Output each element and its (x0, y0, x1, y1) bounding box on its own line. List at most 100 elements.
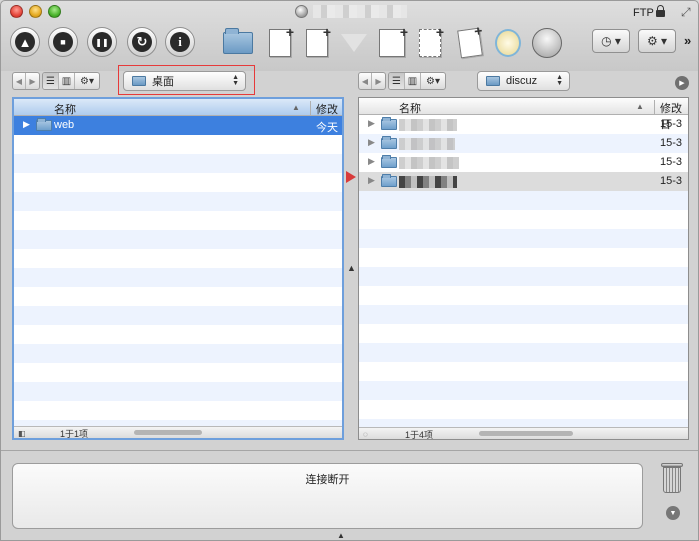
right-list-view-icon[interactable]: ☰ (389, 73, 405, 89)
sync-icon (419, 24, 444, 57)
empty-row (14, 249, 342, 268)
edit-button[interactable] (453, 26, 487, 60)
info-button[interactable]: i (165, 27, 195, 57)
annotation-highlight-box (118, 65, 255, 95)
folder-icon (381, 155, 397, 168)
left-horizontal-scrollbar[interactable] (134, 430, 202, 435)
title-bar: FTP ⤢ (1, 1, 698, 23)
table-row[interactable]: ▶ 15-3 (359, 172, 688, 191)
right-action-gear-icon[interactable]: ⚙▾ (421, 73, 445, 89)
folder-icon (36, 118, 52, 131)
disclosure-triangle-icon[interactable]: ▶ (23, 119, 30, 130)
right-horizontal-scrollbar[interactable] (479, 431, 573, 436)
left-nav-row: ◀ ▶ ☰ ▥ ⚙▾ (12, 71, 100, 91)
disclosure-triangle-icon[interactable]: ▶ (368, 175, 375, 186)
right-pane-footer: ◌ 1于4项 (359, 427, 688, 439)
left-column-view-icon[interactable]: ▥ (59, 73, 75, 89)
left-action-gear-icon[interactable]: ⚙▾ (75, 73, 99, 89)
left-list-view-icon[interactable]: ☰ (43, 73, 59, 89)
eject-icon: ▲ (15, 32, 35, 52)
disclosure-triangle-icon[interactable]: ▶ (368, 118, 375, 129)
disclosure-triangle-icon[interactable]: ▶ (368, 137, 375, 148)
new-folder-icon (223, 28, 253, 54)
close-window-button[interactable] (10, 5, 23, 18)
right-column-view-icon[interactable]: ▥ (405, 73, 421, 89)
compare-button[interactable] (375, 24, 409, 60)
redacted-file-name (399, 176, 457, 188)
redacted-file-name (399, 138, 455, 150)
new-folder-button[interactable] (221, 26, 255, 60)
transfer-button[interactable] (530, 26, 564, 60)
folder-icon (381, 117, 397, 130)
table-row[interactable]: ▶ web 今天 (14, 116, 342, 135)
sort-ascending-icon: ▲ (292, 103, 300, 112)
sort-ascending-icon: ▲ (636, 102, 644, 111)
table-row[interactable]: ▶ 15-3 (359, 115, 688, 134)
local-file-pane[interactable]: 名称 ▲ 修改日 ▶ web 今天 (12, 97, 344, 440)
right-date-column-header[interactable]: 修改日 (654, 100, 688, 131)
new-file-button[interactable] (263, 24, 297, 60)
left-back-icon[interactable]: ◀ (13, 73, 26, 89)
left-item-count: 1于1项 (59, 429, 88, 439)
empty-row (14, 192, 342, 211)
empty-row (359, 343, 688, 362)
right-path-popup[interactable]: discuz ▲ ▼ (477, 71, 570, 91)
right-back-icon[interactable]: ◀ (359, 73, 372, 89)
zoom-window-button[interactable] (48, 5, 61, 18)
file-date: 15-3 (660, 137, 683, 149)
redacted-file-name (399, 119, 457, 131)
table-row[interactable]: ▶ 15-3 (359, 153, 688, 172)
web-button[interactable] (491, 26, 525, 60)
left-name-column-header[interactable]: 名称 (54, 101, 76, 117)
protocol-label: FTP (633, 7, 654, 19)
history-button[interactable]: ◷ ▾ (592, 29, 630, 53)
right-file-list: ▶ 15-3 ▶ 15-3 ▶ 15-3 ▶ 15-3 (359, 115, 688, 438)
server-icon (295, 5, 308, 18)
minimize-window-button[interactable] (29, 5, 42, 18)
empty-row (14, 382, 342, 401)
left-forward-icon[interactable]: ▶ (26, 73, 39, 89)
stop-icon: ■ (53, 32, 73, 52)
empty-row (359, 305, 688, 324)
empty-row (14, 268, 342, 287)
settings-button[interactable]: ⚙ ▾ (638, 29, 676, 53)
disclosure-triangle-icon[interactable]: ▶ (368, 156, 375, 167)
file-date: 今天 (316, 122, 338, 134)
right-forward-icon[interactable]: ▶ (372, 73, 385, 89)
remote-file-pane[interactable]: 名称 ▲ 修改日 ▶ 15-3 ▶ 15-3 ▶ 15-3 ▶ 15-3 ◌ 1… (358, 97, 689, 440)
pane-split-handle[interactable]: ▲ (347, 263, 356, 273)
log-divider (1, 450, 698, 451)
empty-row (359, 400, 688, 419)
file-date: 15-3 (660, 118, 683, 130)
fullscreen-icon[interactable]: ⤢ (681, 5, 691, 20)
left-pane-footer: ◧ 1于1项 (14, 426, 342, 438)
go-arrow-icon[interactable]: ▶ (675, 76, 689, 90)
compare-icon (379, 24, 408, 57)
left-file-list: ▶ web 今天 (14, 116, 342, 438)
sync-button[interactable] (413, 24, 447, 60)
empty-row (14, 211, 342, 230)
folder-icon (381, 174, 397, 187)
right-view-switcher: ☰ ▥ ⚙▾ (388, 72, 446, 90)
stop-button[interactable]: ■ (48, 27, 78, 57)
disconnect-button[interactable]: ▲ (10, 27, 40, 57)
pause-button[interactable]: ❚❚ (87, 27, 117, 57)
empty-row (14, 325, 342, 344)
transcript-log[interactable]: 连接断开 (12, 463, 643, 529)
right-pane-header: 名称 ▲ 修改日 (359, 98, 688, 131)
filter-button[interactable] (337, 26, 371, 60)
empty-row (359, 267, 688, 286)
expand-log-icon[interactable]: ▼ (666, 506, 680, 520)
left-date-column-header[interactable]: 修改日 (310, 101, 342, 132)
duplicate-button[interactable] (300, 24, 334, 60)
right-name-column-header[interactable]: 名称 (399, 100, 421, 116)
bottom-resize-handle[interactable]: ▲ (337, 531, 345, 540)
empty-row (14, 306, 342, 325)
empty-row (359, 362, 688, 381)
refresh-button[interactable]: ↻ (127, 27, 157, 57)
table-row[interactable]: ▶ 15-3 (359, 134, 688, 153)
app-window: FTP ⤢ ▲ ■ ❚❚ ↻ i + + + + + ◷ ▾ ⚙ ▾ » ◀ ▶… (0, 0, 699, 541)
toolbar: ▲ ■ ❚❚ ↻ i + + + + + ◷ ▾ ⚙ ▾ » (1, 23, 698, 63)
toolbar-more-icon[interactable]: » (684, 33, 691, 48)
trash-icon[interactable] (661, 463, 683, 493)
